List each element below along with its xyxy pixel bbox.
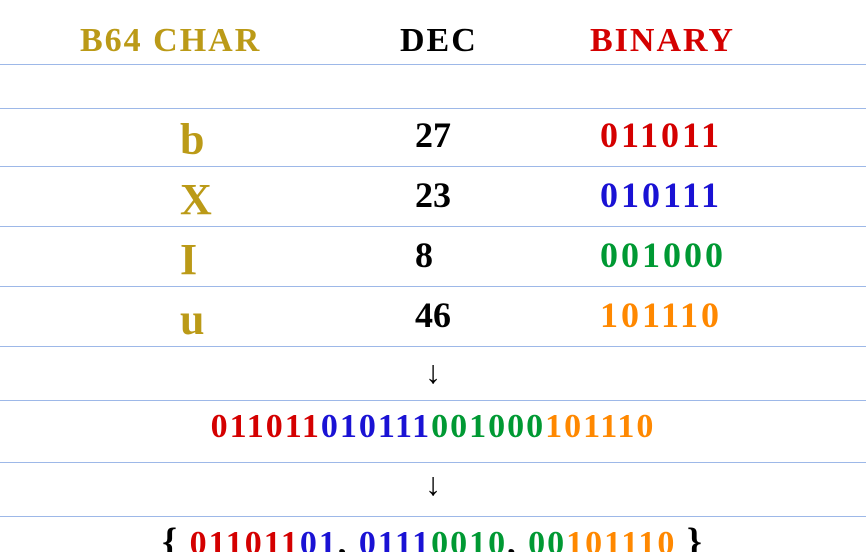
rule-line: [0, 64, 866, 65]
header-dec: DEC: [400, 22, 478, 60]
b64-char: I: [180, 234, 197, 285]
byte-segment: 0111: [359, 525, 431, 552]
byte-segment: 01: [300, 525, 338, 552]
down-arrow-icon: ↓: [425, 466, 441, 503]
close-brace: }: [687, 521, 704, 552]
b64-char: u: [180, 294, 204, 345]
concat-bits: 011011010111001000101110: [0, 408, 866, 446]
byte-segment: 00: [528, 525, 566, 552]
byte-segment: 101110: [566, 525, 676, 552]
open-brace: {: [162, 521, 179, 552]
rule-line: [0, 516, 866, 517]
rule-line: [0, 286, 866, 287]
rule-line: [0, 400, 866, 401]
bin-value: 010111: [600, 174, 722, 216]
bits-segment: 011011: [211, 408, 321, 445]
dec-value: 46: [415, 294, 451, 336]
bin-value: 001000: [600, 234, 726, 276]
bits-segment: 001000: [431, 408, 545, 445]
dec-value: 27: [415, 114, 451, 156]
bin-value: 011011: [600, 114, 722, 156]
rule-line: [0, 462, 866, 463]
bits-segment: 101110: [545, 408, 655, 445]
separator: ,: [338, 525, 359, 552]
b64-char: b: [180, 114, 204, 165]
diagram-root: B64 CHAR DEC BINARY b 27 011011 X 23 010…: [0, 0, 866, 552]
b64-char: X: [180, 174, 212, 225]
rule-line: [0, 346, 866, 347]
bin-value: 101110: [600, 294, 722, 336]
rule-line: [0, 108, 866, 109]
byte-segment: 011011: [190, 525, 300, 552]
dec-value: 8: [415, 234, 433, 276]
bits-segment: 010111: [321, 408, 431, 445]
down-arrow-icon: ↓: [425, 354, 441, 391]
header-bin: BINARY: [590, 22, 735, 60]
byte-segment: 0010: [431, 525, 507, 552]
rule-line: [0, 226, 866, 227]
rule-line: [0, 166, 866, 167]
header-b64: B64 CHAR: [80, 22, 261, 60]
grouped-bytes: { 01101101, 01110010, 00101110 }: [0, 520, 866, 552]
dec-value: 23: [415, 174, 451, 216]
separator: ,: [507, 525, 528, 552]
